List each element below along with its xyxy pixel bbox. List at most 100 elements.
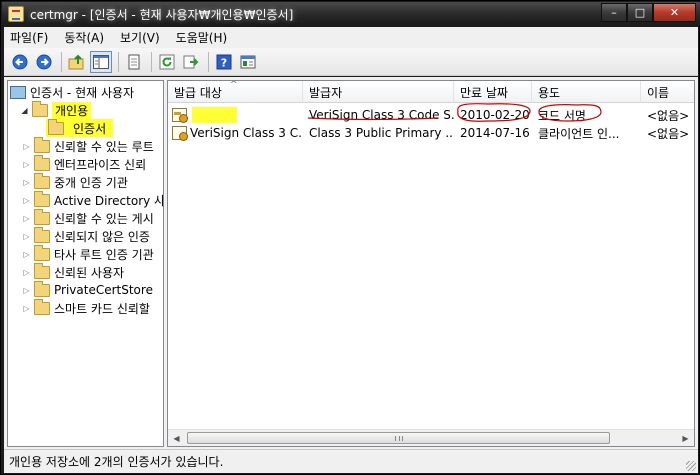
up-one-level-button[interactable] <box>66 51 88 73</box>
menu-file[interactable]: 파일(F) <box>10 29 48 46</box>
tree-item-label: PrivateCertStore <box>54 283 153 297</box>
tree-item-label: 인증서 <box>73 121 107 136</box>
menu-view[interactable]: 보기(V) <box>120 29 160 46</box>
circle-annotation <box>538 104 602 122</box>
tree-item-label: 개인용 <box>52 101 92 119</box>
status-bar: 개인용 저장소에 2개의 인증서가 있습니다. <box>4 449 698 473</box>
up-folder-icon <box>68 54 84 69</box>
resize-grip-icon[interactable] <box>686 461 696 471</box>
refresh-button[interactable] <box>156 51 178 73</box>
folder-icon <box>34 154 50 171</box>
folder-icon <box>48 118 64 135</box>
collapsed-arrow-icon[interactable]: ▷ <box>22 250 31 259</box>
window-controls: – □ ✕ <box>601 3 696 22</box>
certmgr-window: certmgr - [인증서 - 현재 사용자₩개인용₩인증서] – □ ✕ 파… <box>0 0 700 475</box>
back-icon <box>12 54 28 69</box>
tree-item-label: 엔터프라이즈 신뢰 <box>54 157 147 172</box>
toolbar-separator <box>151 51 152 72</box>
collapsed-arrow-icon[interactable]: ▷ <box>22 232 31 241</box>
export-list-button[interactable] <box>180 51 202 73</box>
folder-icon <box>34 244 50 261</box>
minimize-button[interactable]: – <box>601 3 627 22</box>
grip-icon <box>394 436 403 441</box>
maximize-button[interactable]: □ <box>627 3 653 22</box>
red-annotation-marks <box>307 103 602 122</box>
folder-icon <box>32 100 48 117</box>
tree-item-label: 스마트 카드 신뢰할 <box>54 301 150 316</box>
help-button[interactable]: ? <box>213 51 235 73</box>
tree-root-label: 인증서 - 현재 사용자 <box>30 85 135 100</box>
tree-item-third-party-root[interactable]: ▷ 타사 루트 인증 기관 <box>22 244 154 263</box>
collapsed-arrow-icon[interactable]: ▷ <box>22 304 31 313</box>
folder-icon <box>34 226 50 243</box>
tree-item-trusted-people[interactable]: ▷ 신뢰된 사용자 <box>22 262 125 281</box>
show-hide-tree-button[interactable] <box>90 50 112 73</box>
tree-root[interactable]: 인증서 - 현재 사용자 <box>10 83 134 101</box>
collapsed-arrow-icon[interactable]: ▷ <box>22 160 31 169</box>
scroll-left-arrow-icon[interactable]: ◀ <box>168 430 185 446</box>
certmgr-app-icon[interactable] <box>8 6 24 22</box>
folder-icon <box>34 136 50 153</box>
tree-item-label: Active Directory 사용 <box>54 193 164 208</box>
tree-item-active-directory[interactable]: ▷ Active Directory 사용 <box>22 190 164 209</box>
collapsed-arrow-icon[interactable]: ▷ <box>22 214 31 223</box>
folder-icon <box>34 298 50 315</box>
tree-pane: 인증서 - 현재 사용자 ◢ 개인용 인증서 ▷ 신뢰할 수 있는 루트 ▷ 엔… <box>7 80 164 447</box>
collapsed-arrow-icon[interactable]: ▷ <box>22 268 31 277</box>
collapsed-arrow-icon[interactable]: ▷ <box>22 142 31 151</box>
menu-help[interactable]: 도움말(H) <box>176 29 228 46</box>
menu-action[interactable]: 동작(A) <box>64 29 104 46</box>
title-bar[interactable]: certmgr - [인증서 - 현재 사용자₩개인용₩인증서] – □ ✕ <box>2 2 700 26</box>
tree-item-label: 신뢰된 사용자 <box>54 265 125 280</box>
tree-item-label: 중개 인증 기관 <box>54 175 128 190</box>
certificate-list: 발급 대상 ^ 발급자 만료 날짜 용도 이름 VeriSign Class 3… <box>167 80 695 447</box>
tree-item-label: 신뢰할 수 있는 게시 <box>54 211 154 226</box>
collapsed-arrow-icon[interactable]: ▷ <box>22 178 31 187</box>
tree-item-private-cert-store[interactable]: ▷ PrivateCertStore <box>22 280 153 299</box>
tree-item-trusted-publishers[interactable]: ▷ 신뢰할 수 있는 게시 <box>22 208 154 227</box>
collapsed-arrow-icon[interactable]: ▷ <box>22 196 31 205</box>
scroll-right-arrow-icon[interactable]: ▶ <box>677 430 694 446</box>
properties-button[interactable] <box>237 51 259 73</box>
folder-icon <box>34 172 50 189</box>
back-button[interactable] <box>9 51 31 73</box>
copy-button[interactable] <box>123 51 145 73</box>
help-icon: ? <box>216 54 232 69</box>
circle-annotation <box>457 103 531 122</box>
svg-text:?: ? <box>221 56 227 69</box>
show-hide-tree-icon <box>93 54 109 69</box>
main-content: 인증서 - 현재 사용자 ◢ 개인용 인증서 ▷ 신뢰할 수 있는 루트 ▷ 엔… <box>4 77 698 449</box>
horizontal-scrollbar[interactable]: ◀ ▶ <box>168 429 694 446</box>
menu-bar: 파일(F) 동작(A) 보기(V) 도움말(H) <box>4 27 698 48</box>
tree-item-label: 타사 루트 인증 기관 <box>54 247 154 262</box>
forward-button[interactable] <box>33 51 55 73</box>
status-text: 개인용 저장소에 2개의 인증서가 있습니다. <box>9 455 224 469</box>
scrollbar-thumb[interactable] <box>187 432 610 444</box>
collapsed-arrow-icon[interactable]: ▷ <box>22 286 31 295</box>
tree-item-enterprise-trust[interactable]: ▷ 엔터프라이즈 신뢰 <box>22 154 147 173</box>
toolbar-separator <box>208 51 209 72</box>
window-title: certmgr - [인증서 - 현재 사용자₩개인용₩인증서] <box>30 8 294 22</box>
tree-item-trusted-root[interactable]: ▷ 신뢰할 수 있는 루트 <box>22 136 154 155</box>
copy-icon <box>128 54 140 69</box>
folder-icon <box>34 280 50 297</box>
expanded-arrow-icon[interactable]: ◢ <box>20 106 29 115</box>
tree-item-label: 신뢰되지 않은 인증 <box>54 229 150 244</box>
properties-icon <box>240 55 256 68</box>
tree-item-label: 신뢰할 수 있는 루트 <box>54 139 154 154</box>
forward-icon <box>36 54 52 69</box>
export-list-icon <box>183 55 199 68</box>
tree-item-intermediate-ca[interactable]: ▷ 중개 인증 기관 <box>22 172 128 191</box>
toolbar: ? <box>4 48 698 76</box>
underline-annotation <box>307 117 439 121</box>
tree-item-certificates[interactable]: 인증서 <box>46 118 114 137</box>
tree-item-smart-card-trusted[interactable]: ▷ 스마트 카드 신뢰할 <box>22 298 150 317</box>
folder-icon <box>34 190 50 207</box>
computer-icon <box>10 85 26 99</box>
tree-item-personal[interactable]: ◢ 개인용 <box>20 100 92 119</box>
toolbar-separator <box>61 51 62 72</box>
folder-icon <box>34 262 50 279</box>
refresh-icon <box>159 54 175 69</box>
close-button[interactable]: ✕ <box>653 3 696 22</box>
tree-item-untrusted[interactable]: ▷ 신뢰되지 않은 인증 <box>22 226 150 245</box>
